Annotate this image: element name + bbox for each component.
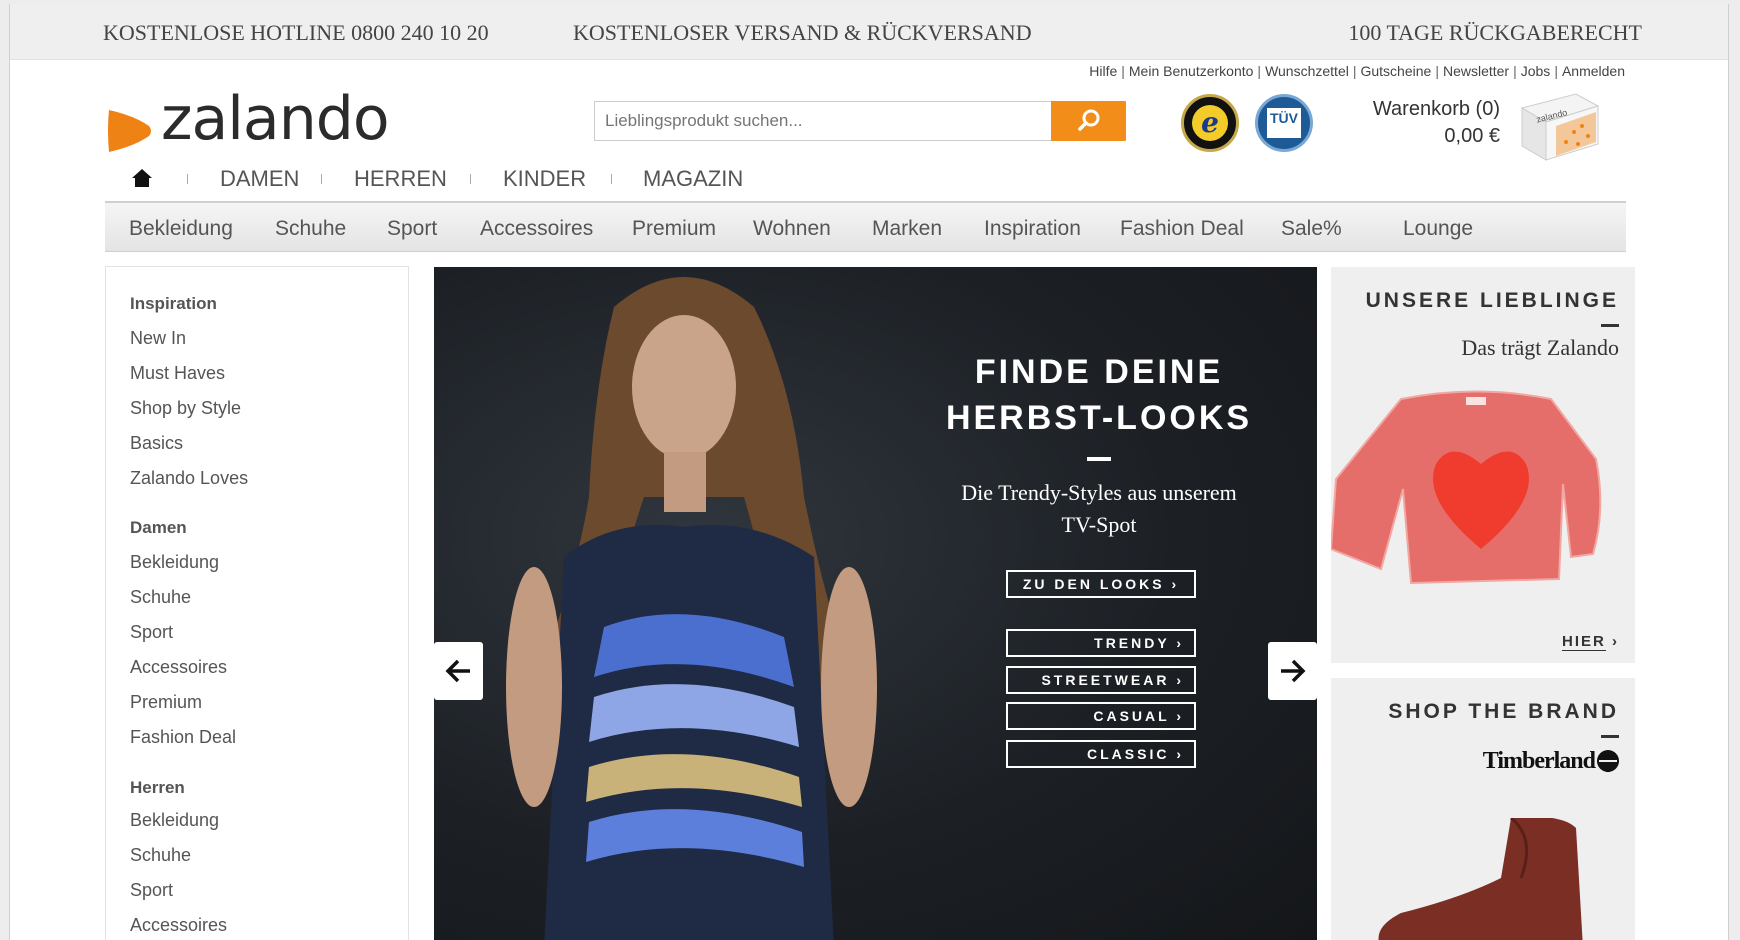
favorites-divider xyxy=(1601,324,1619,327)
cat-lounge[interactable]: Lounge xyxy=(1403,217,1473,241)
search-icon xyxy=(1078,109,1100,131)
sidebar-item-must-haves[interactable]: Must Haves xyxy=(130,363,225,384)
sidebar-item-damen-premium[interactable]: Premium xyxy=(130,692,202,713)
favorites-card[interactable]: UNSERE LIEBLINGE Das trägt Zalando HIER … xyxy=(1331,267,1635,663)
sidebar-item-shop-by-style[interactable]: Shop by Style xyxy=(130,398,241,419)
sidebar-item-zalando-loves[interactable]: Zalando Loves xyxy=(130,468,248,489)
sidebar-item-herren-accessoires[interactable]: Accessoires xyxy=(130,915,227,936)
nav-kinder[interactable]: KINDER xyxy=(503,166,586,192)
link-newsletter[interactable]: Newsletter xyxy=(1443,63,1509,79)
nav-damen[interactable]: DAMEN xyxy=(220,166,299,192)
favorites-link[interactable]: HIER › xyxy=(1561,633,1619,651)
search-input[interactable] xyxy=(595,102,1071,140)
sweater-image xyxy=(1331,390,1602,585)
hotline-text: KOSTENLOSE HOTLINE 0800 240 10 20 xyxy=(103,20,489,45)
tuv-icon: TÜV xyxy=(1267,108,1301,138)
hero-title-line2: HERBST-LOOKS xyxy=(945,399,1253,437)
brand-heading: SHOP THE BRAND xyxy=(1388,700,1619,723)
sidebar-item-damen-accessoires[interactable]: Accessoires xyxy=(130,657,227,678)
cat-sale[interactable]: Sale% xyxy=(1281,217,1342,241)
timberland-logo: Timberland xyxy=(1482,748,1596,774)
link-jobs[interactable]: Jobs xyxy=(1521,63,1551,79)
link-vouchers[interactable]: Gutscheine xyxy=(1360,63,1431,79)
tuv-badge[interactable]: TÜV xyxy=(1255,94,1313,152)
link-help[interactable]: Hilfe xyxy=(1089,63,1117,79)
sidebar-item-damen-fashion-deal[interactable]: Fashion Deal xyxy=(130,727,236,748)
cat-schuhe[interactable]: Schuhe xyxy=(275,217,346,241)
cart[interactable]: Warenkorb (0) 0,00 € xyxy=(1350,98,1500,148)
boot-image xyxy=(1378,818,1583,940)
trusted-shops-badge[interactable]: e xyxy=(1181,94,1239,152)
brand-card[interactable]: SHOP THE BRAND Timberland xyxy=(1331,678,1635,940)
tree-icon xyxy=(1597,750,1619,772)
link-account[interactable]: Mein Benutzerkonto xyxy=(1129,63,1254,79)
sidebar-heading-damen: Damen xyxy=(130,518,187,537)
link-login[interactable]: Anmelden xyxy=(1562,63,1625,79)
cart-total: 0,00 € xyxy=(1444,125,1500,147)
shipping-text: KOSTENLOSER VERSAND & RÜCKVERSAND xyxy=(573,20,1032,45)
sidebar-item-herren-schuhe[interactable]: Schuhe xyxy=(130,845,191,866)
cat-inspiration[interactable]: Inspiration xyxy=(984,217,1081,241)
returns-text: 100 TAGE RÜCKGABERECHT xyxy=(1348,20,1642,45)
promo-bar: KOSTENLOSE HOTLINE 0800 240 10 20 KOSTEN… xyxy=(10,4,1728,60)
sidebar-item-herren-sport[interactable]: Sport xyxy=(130,880,173,901)
sidebar-item-damen-sport[interactable]: Sport xyxy=(130,622,173,643)
hero-cta-button[interactable]: ZU DEN LOOKS › xyxy=(1006,570,1196,598)
sidebar-item-herren-bekleidung[interactable]: Bekleidung xyxy=(130,810,219,831)
home-icon[interactable] xyxy=(131,168,153,188)
cat-premium[interactable]: Premium xyxy=(632,217,716,241)
hero-streetwear-button[interactable]: STREETWEAR › xyxy=(1006,666,1196,694)
arrow-left-icon xyxy=(445,659,470,683)
cart-label: Warenkorb (0) xyxy=(1372,98,1500,120)
utility-links: Hilfe | Mein Benutzerkonto | Wunschzettel | Gu… xyxy=(1089,63,1625,79)
hero-classic-button[interactable]: CLASSIC › xyxy=(1006,740,1196,768)
cart-box-icon[interactable]: zalando xyxy=(1516,86,1600,164)
sidebar: Inspiration New In Must Haves Shop by St… xyxy=(105,266,409,940)
trusted-shops-icon: e xyxy=(1192,105,1228,141)
sidebar-item-damen-schuhe[interactable]: Schuhe xyxy=(130,587,191,608)
sidebar-item-new-in[interactable]: New In xyxy=(130,328,186,349)
search-box xyxy=(594,101,1126,141)
brand-divider xyxy=(1601,735,1619,738)
hero-title-line1: FINDE DEINE xyxy=(974,353,1224,391)
page: KOSTENLOSE HOTLINE 0800 240 10 20 KOSTEN… xyxy=(9,4,1729,940)
sidebar-item-basics[interactable]: Basics xyxy=(130,433,183,454)
hero-casual-button[interactable]: CASUAL › xyxy=(1006,702,1196,730)
prev-slide-button[interactable] xyxy=(434,642,483,700)
favorites-subtitle: Das trägt Zalando xyxy=(1461,335,1619,360)
cat-bekleidung[interactable]: Bekleidung xyxy=(129,217,233,241)
category-bar: Bekleidung Schuhe Sport Accessoires Prem… xyxy=(105,201,1626,252)
cat-accessoires[interactable]: Accessoires xyxy=(480,217,593,241)
model-image xyxy=(506,277,877,940)
sidebar-heading-herren: Herren xyxy=(130,778,185,797)
search-button[interactable] xyxy=(1051,101,1126,141)
logo-text: zalando xyxy=(161,84,390,154)
cat-sport[interactable]: Sport xyxy=(387,217,437,241)
hero-trendy-button[interactable]: TRENDY › xyxy=(1006,629,1196,657)
cat-fashion-deal[interactable]: Fashion Deal xyxy=(1120,217,1244,241)
hero-subtitle: Die Trendy-Styles aus unserem TV-Spot xyxy=(961,480,1237,537)
next-slide-button[interactable] xyxy=(1268,642,1317,700)
hero-divider xyxy=(1087,457,1111,461)
nav-herren[interactable]: HERREN xyxy=(354,166,447,192)
link-wishlist[interactable]: Wunschzettel xyxy=(1265,63,1349,79)
logo[interactable]: zalando xyxy=(105,84,425,154)
sidebar-heading-inspiration: Inspiration xyxy=(130,294,217,313)
cat-marken[interactable]: Marken xyxy=(872,217,942,241)
sidebar-item-damen-bekleidung[interactable]: Bekleidung xyxy=(130,552,219,573)
nav-magazin[interactable]: MAGAZIN xyxy=(643,166,743,192)
favorites-heading: UNSERE LIEBLINGE xyxy=(1365,289,1619,312)
arrow-right-icon xyxy=(1281,659,1306,683)
hero-text-block: FINDE DEINE HERBST-LOOKS Die Trendy-Styl… xyxy=(929,349,1269,541)
logo-mark-icon xyxy=(108,110,151,152)
hero-banner[interactable]: FINDE DEINE HERBST-LOOKS Die Trendy-Styl… xyxy=(434,267,1317,940)
cat-wohnen[interactable]: Wohnen xyxy=(753,217,831,241)
